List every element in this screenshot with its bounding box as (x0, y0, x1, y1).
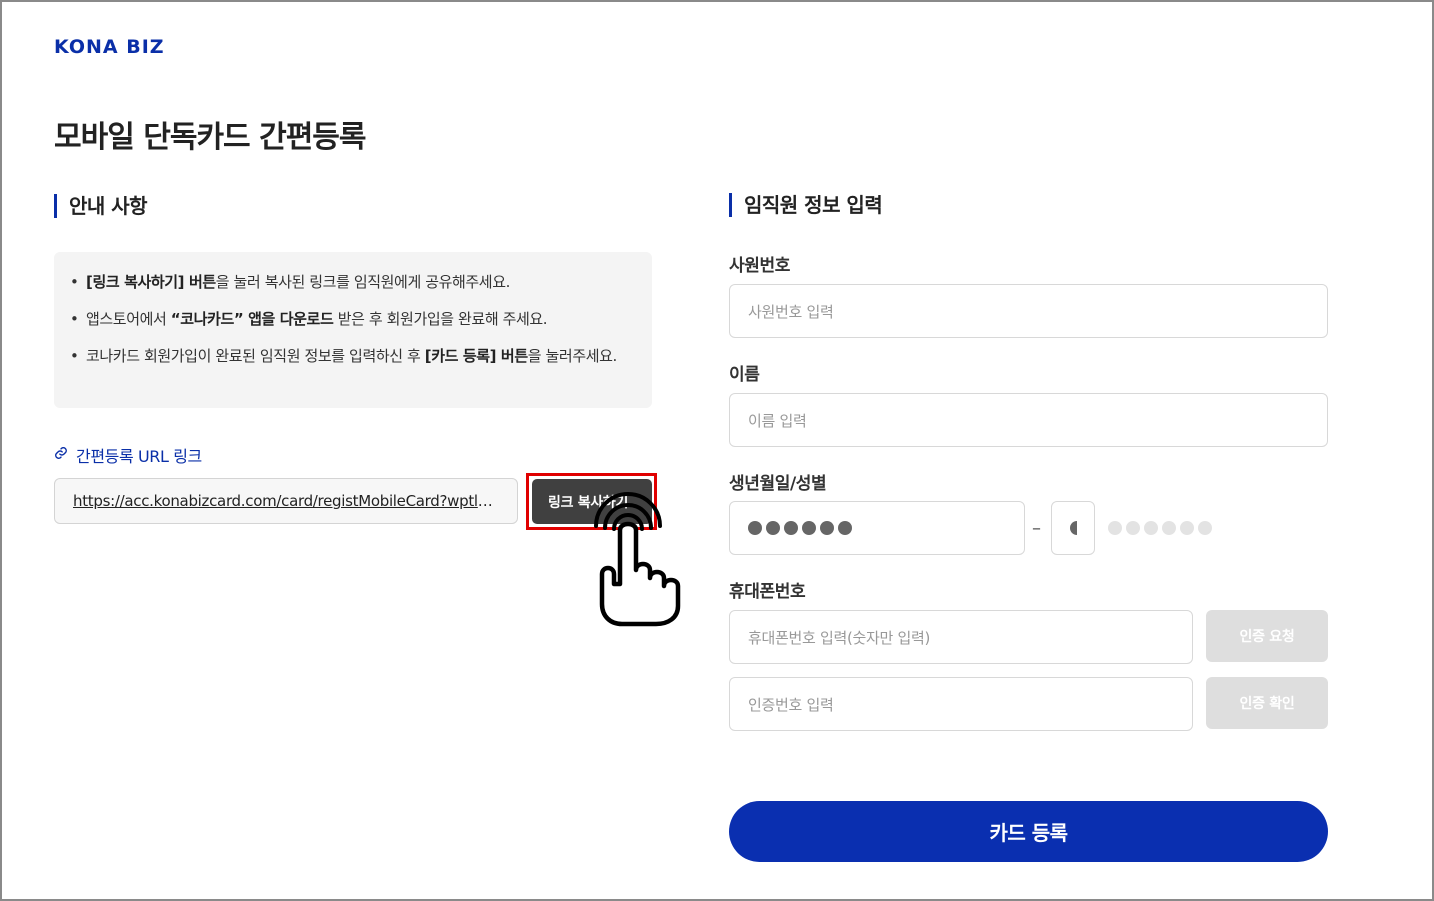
birth-separator: – (1032, 518, 1041, 539)
birth-gender-label: 생년월일/성별 (729, 474, 827, 494)
guide-item-3-pre: 코나카드 회원가입이 완료된 임직원 정보를 입력하신 후 (86, 347, 425, 365)
guide-item-3: 코나카드 회원가입이 완료된 임직원 정보를 입력하신 후 [카드 등록] 버튼… (70, 344, 632, 368)
phone-input[interactable]: 휴대폰번호 입력(숫자만 입력) (729, 610, 1193, 664)
guide-item-1: [링크 복사하기] 버튼을 눌러 복사된 링크를 임직원에게 공유해주세요. (70, 270, 632, 294)
auth-request-button[interactable]: 인증 요청 (1206, 610, 1328, 662)
guide-item-3-bold: [카드 등록] 버튼 (424, 347, 528, 365)
guide-item-3-text: 을 눌러주세요. (527, 347, 618, 365)
guide-section-title: 안내 사항 (54, 194, 148, 218)
guide-notice-box: [링크 복사하기] 버튼을 눌러 복사된 링크를 임직원에게 공유해주세요. 앱… (54, 252, 652, 408)
employee-no-placeholder: 사원번호 입력 (748, 302, 834, 321)
name-label: 이름 (729, 365, 760, 385)
guide-item-2-pre: 앱스토어에서 (86, 310, 171, 328)
employee-no-label: 사원번호 (729, 256, 790, 276)
guide-item-2-text: 받은 후 회원가입을 완료해 주세요. (333, 310, 548, 328)
auth-confirm-button[interactable]: 인증 확인 (1206, 677, 1328, 729)
link-icon (54, 446, 68, 464)
masked-remaining-digits (1108, 521, 1212, 535)
gender-digit-input[interactable] (1051, 501, 1095, 555)
name-input[interactable]: 이름 입력 (729, 393, 1328, 447)
employee-info-section-title: 임직원 정보 입력 (729, 193, 883, 217)
guide-item-2-bold: “코나카드” 앱을 다운로드 (170, 310, 334, 328)
birth-date-masked-value (748, 521, 852, 535)
auth-code-input[interactable]: 인증번호 입력 (729, 677, 1193, 731)
gender-digit-masked-value (1070, 521, 1077, 535)
name-placeholder: 이름 입력 (748, 411, 807, 430)
card-register-button[interactable]: 카드 등록 (729, 801, 1328, 862)
kona-biz-logo: KONA BIZ (54, 36, 165, 58)
guide-item-2: 앱스토어에서 “코나카드” 앱을 다운로드 받은 후 회원가입을 완료해 주세요… (70, 307, 632, 331)
registration-url-text[interactable]: https://acc.konabizcard.com/card/registM… (73, 492, 499, 510)
url-link-label-text: 간편등록 URL 링크 (76, 447, 202, 466)
employee-no-input[interactable]: 사원번호 입력 (729, 284, 1328, 338)
phone-placeholder: 휴대폰번호 입력(숫자만 입력) (748, 628, 931, 647)
guide-item-1-bold: [링크 복사하기] 버튼 (86, 273, 216, 291)
page-title: 모바일 단독카드 간편등록 (54, 120, 366, 155)
auth-code-placeholder: 인증번호 입력 (748, 695, 834, 714)
guide-item-1-text: 을 눌러 복사된 링크를 임직원에게 공유해주세요. (215, 273, 511, 291)
registration-url-field[interactable]: https://acc.konabizcard.com/card/registM… (54, 478, 518, 524)
pointing-hand-icon (594, 492, 681, 627)
phone-label: 휴대폰번호 (729, 582, 806, 602)
birth-date-input[interactable] (729, 501, 1025, 555)
url-link-label: 간편등록 URL 링크 (54, 443, 202, 467)
